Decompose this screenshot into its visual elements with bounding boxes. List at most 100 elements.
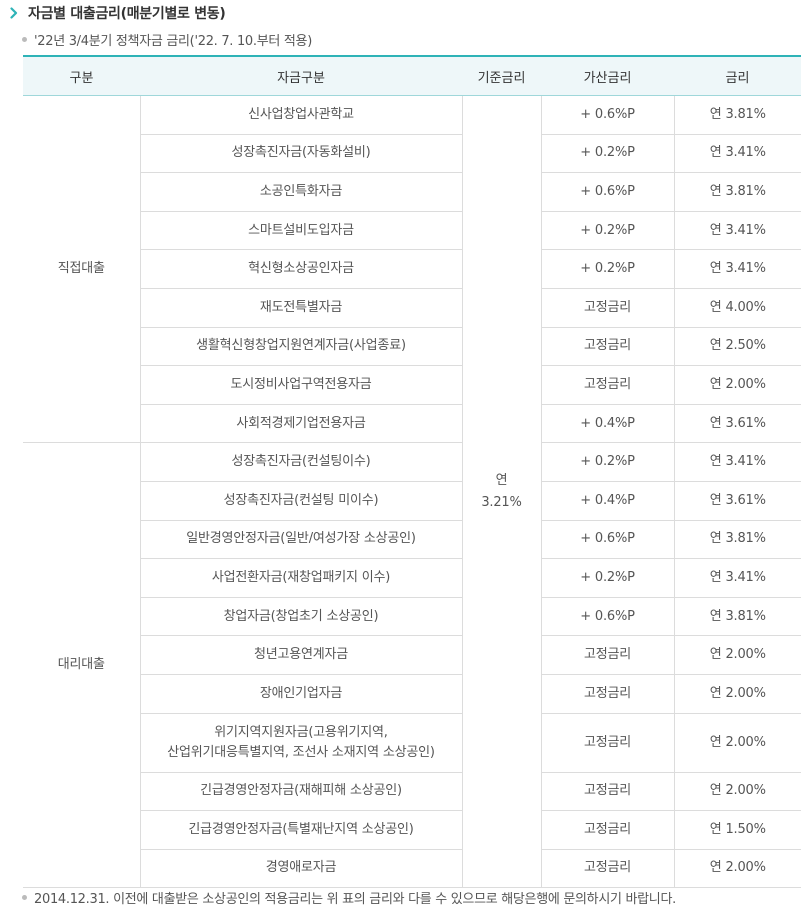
fund-name-cell: 도시정비사업구역전용자금 bbox=[139, 365, 462, 405]
rate-cell: 연 3.81% bbox=[673, 95, 801, 135]
bullet-dot-icon bbox=[22, 36, 27, 42]
footnote: 2014.12.31. 이전에 대출받은 소상공인의 적용금리는 위 표의 금리… bbox=[34, 891, 676, 907]
table-row: 도시정비사업구역전용자금 고정금리 연 2.00% bbox=[23, 365, 801, 405]
additional-rate-cell: 고정금리 bbox=[540, 635, 674, 675]
additional-rate-cell: 고정금리 bbox=[540, 849, 674, 889]
fund-name-cell: 긴급경영안정자금(재해피해 소상공인) bbox=[139, 772, 462, 812]
rate-cell: 연 3.81% bbox=[673, 172, 801, 212]
rate-cell: 연 3.81% bbox=[673, 597, 801, 637]
category-cell: 직접대출 bbox=[23, 95, 140, 444]
table-row: 긴급경영안정자금(재해피해 소상공인) 고정금리 연 2.00% bbox=[23, 772, 801, 812]
fund-name-cell: 위기지역지원자금(고용위기지역, 산업위기대응특별지역, 조선사 소재지역 소상… bbox=[139, 713, 462, 773]
additional-rate-cell: 고정금리 bbox=[540, 713, 674, 773]
fund-name-cell: 재도전특별자금 bbox=[139, 288, 462, 328]
loan-rate-table: 구분 자금구분 기준금리 가산금리 금리 직접대출 신사업창업사관학교연 3.21%… bbox=[23, 55, 801, 889]
table-body: 직접대출 신사업창업사관학교 연 3.21% + 0.6%P 연 3.81% 성장촉진자금(… bbox=[23, 95, 801, 889]
rate-cell: 연 2.00% bbox=[673, 713, 801, 773]
table-row: 재도전특별자금 고정금리 연 4.00% bbox=[23, 288, 801, 328]
table-row: 일반경영안정자금(일반/여성가장 소상공인) + 0.6%P 연 3.81% bbox=[23, 520, 801, 560]
table-row: 사업전환자금(재창업패키지 이수) + 0.2%P 연 3.41% bbox=[23, 558, 801, 598]
fund-name-cell: 신사업창업사관학교 bbox=[139, 95, 462, 135]
column-header-additional-rate: 가산금리 bbox=[541, 56, 674, 96]
base-rate-prefix: 연 bbox=[495, 472, 508, 488]
subtitle-row: '22년 3/4분기 정책자금 금리('22. 7. 10.부터 적용) bbox=[22, 30, 312, 49]
table-row: 생활혁신형창업지원연계자금(사업종료) 고정금리 연 2.50% bbox=[23, 327, 801, 367]
table-row: 위기지역지원자금(고용위기지역, 산업위기대응특별지역, 조선사 소재지역 소상… bbox=[23, 713, 801, 773]
additional-rate-cell: + 0.6%P bbox=[540, 597, 674, 637]
table-row: 경영애로자금 고정금리 연 2.00% bbox=[23, 849, 801, 889]
fund-name-cell: 청년고용연계자금 bbox=[139, 635, 462, 675]
table-row: 스마트설비도입자금 + 0.2%P 연 3.41% bbox=[23, 211, 801, 251]
fund-name-cell: 성장촉진자금(컨설팅 미이수) bbox=[139, 481, 462, 521]
table-row: 혁신형소상공인자금 + 0.2%P 연 3.41% bbox=[23, 249, 801, 289]
column-header-base-rate: 기준금리 bbox=[462, 56, 541, 96]
table-row: 성장촉진자금(자동화설비) + 0.2%P 연 3.41% bbox=[23, 134, 801, 174]
column-header-rate: 금리 bbox=[674, 56, 801, 96]
rate-cell: 연 3.81% bbox=[673, 520, 801, 560]
additional-rate-cell: 고정금리 bbox=[540, 327, 674, 367]
rate-cell: 연 2.00% bbox=[673, 365, 801, 405]
fund-name-cell: 스마트설비도입자금 bbox=[139, 211, 462, 251]
rate-cell: 연 3.41% bbox=[673, 442, 801, 482]
section-title: 자금별 대출금리(매분기별로 변동) bbox=[28, 6, 226, 22]
table-header-row: 구분 자금구분 기준금리 가산금리 금리 bbox=[23, 56, 801, 96]
fund-name-cell: 성장촉진자금(컨설팅이수) bbox=[139, 442, 462, 482]
rate-cell: 연 1.50% bbox=[673, 810, 801, 850]
fund-name-cell: 창업자금(창업초기 소상공인) bbox=[139, 597, 462, 637]
additional-rate-cell: + 0.4%P bbox=[540, 481, 674, 521]
fund-name-cell: 긴급경영안정자금(특별재난지역 소상공인) bbox=[139, 810, 462, 850]
fund-name-cell: 성장촉진자금(자동화설비) bbox=[139, 134, 462, 174]
fund-name-cell: 일반경영안정자금(일반/여성가장 소상공인) bbox=[139, 520, 462, 560]
table-row: 대리대출 성장촉진자금(컨설팅이수) + 0.2%P 연 3.41% bbox=[23, 442, 801, 889]
rate-cell: 연 2.00% bbox=[673, 772, 801, 812]
rate-cell: 연 3.41% bbox=[673, 249, 801, 289]
additional-rate-cell: 고정금리 bbox=[540, 810, 674, 850]
additional-rate-cell: 고정금리 bbox=[540, 674, 674, 714]
rate-cell: 연 3.61% bbox=[673, 481, 801, 521]
column-header-category: 구분 bbox=[23, 56, 140, 96]
additional-rate-cell: 고정금리 bbox=[540, 365, 674, 405]
fund-name-cell: 사회적경제기업전용자금 bbox=[139, 404, 462, 444]
base-rate-cell: 연 3.21% bbox=[461, 95, 541, 889]
table-row: 사회적경제기업전용자금 + 0.4%P 연 3.61% bbox=[23, 404, 801, 444]
additional-rate-cell: + 0.2%P bbox=[540, 558, 674, 598]
footnote-row: 2014.12.31. 이전에 대출받은 소상공인의 적용금리는 위 표의 금리… bbox=[22, 888, 676, 907]
rate-cell: 연 2.00% bbox=[673, 635, 801, 675]
additional-rate-cell: + 0.6%P bbox=[540, 172, 674, 212]
additional-rate-cell: + 0.6%P bbox=[540, 95, 674, 135]
fund-name-cell: 사업전환자금(재창업패키지 이수) bbox=[139, 558, 462, 598]
rate-cell: 연 2.50% bbox=[673, 327, 801, 367]
section-subtitle: '22년 3/4분기 정책자금 금리('22. 7. 10.부터 적용) bbox=[34, 33, 312, 49]
category-cell: 대리대출 bbox=[23, 442, 140, 889]
rate-cell: 연 3.61% bbox=[673, 404, 801, 444]
section-title-row: 자금별 대출금리(매분기별로 변동) bbox=[8, 3, 226, 23]
additional-rate-cell: + 0.2%P bbox=[540, 134, 674, 174]
table-row: 청년고용연계자금 고정금리 연 2.00% bbox=[23, 635, 801, 675]
additional-rate-cell: + 0.4%P bbox=[540, 404, 674, 444]
rate-cell: 연 3.41% bbox=[673, 211, 801, 251]
additional-rate-cell: + 0.2%P bbox=[540, 211, 674, 251]
additional-rate-cell: + 0.2%P bbox=[540, 249, 674, 289]
column-header-fund: 자금구분 bbox=[140, 56, 462, 96]
base-rate-value: 3.21% bbox=[481, 494, 522, 510]
table-row: 성장촉진자금(컨설팅 미이수) + 0.4%P 연 3.61% bbox=[23, 481, 801, 521]
table-row: 창업자금(창업초기 소상공인) + 0.6%P 연 3.81% bbox=[23, 597, 801, 637]
rate-cell: 연 2.00% bbox=[673, 674, 801, 714]
additional-rate-cell: 고정금리 bbox=[540, 772, 674, 812]
table-row: 긴급경영안정자금(특별재난지역 소상공인) 고정금리 연 1.50% bbox=[23, 810, 801, 850]
table-row: 직접대출 신사업창업사관학교 연 3.21% + 0.6%P 연 3.81% bbox=[23, 95, 801, 889]
fund-name-cell: 소공인특화자금 bbox=[139, 172, 462, 212]
table-row: 장애인기업자금 고정금리 연 2.00% bbox=[23, 674, 801, 714]
fund-name-cell: 경영애로자금 bbox=[139, 849, 462, 889]
additional-rate-cell: 고정금리 bbox=[540, 288, 674, 328]
table-row: 소공인특화자금 + 0.6%P 연 3.81% bbox=[23, 172, 801, 212]
additional-rate-cell: + 0.6%P bbox=[540, 520, 674, 560]
rate-cell: 연 2.00% bbox=[673, 849, 801, 889]
chevron-right-icon bbox=[8, 6, 20, 20]
fund-name-cell: 생활혁신형창업지원연계자금(사업종료) bbox=[139, 327, 462, 367]
rate-cell: 연 3.41% bbox=[673, 558, 801, 598]
additional-rate-cell: + 0.2%P bbox=[540, 442, 674, 482]
rate-cell: 연 4.00% bbox=[673, 288, 801, 328]
fund-name-cell: 혁신형소상공인자금 bbox=[139, 249, 462, 289]
rate-cell: 연 3.41% bbox=[673, 134, 801, 174]
